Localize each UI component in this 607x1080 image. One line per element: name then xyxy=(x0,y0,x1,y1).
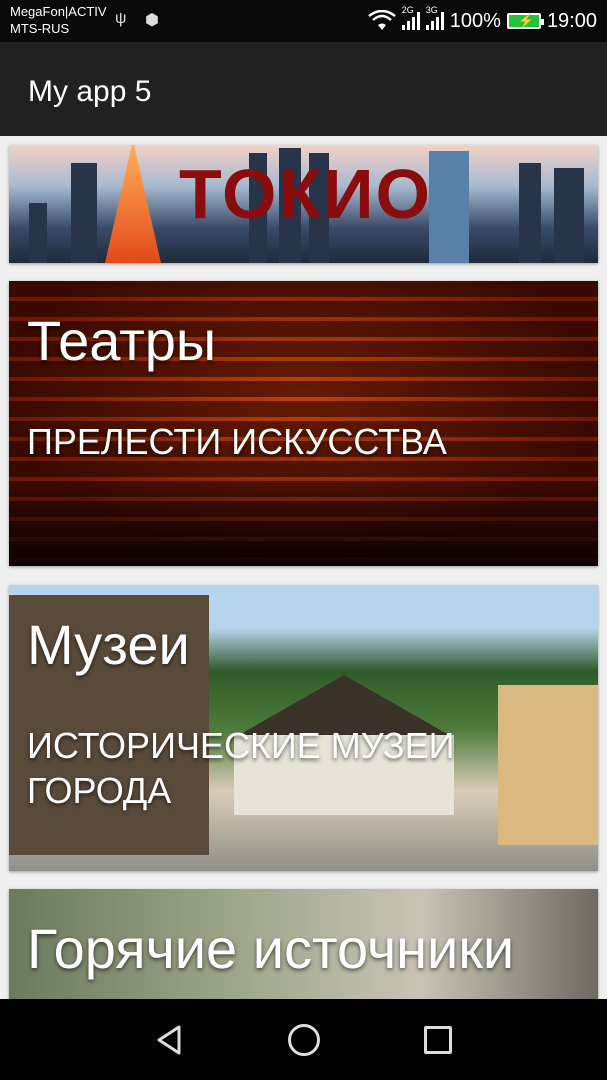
navigation-bar xyxy=(0,999,607,1080)
back-button[interactable] xyxy=(153,1023,187,1057)
carrier-secondary: MTS-RUS xyxy=(10,21,70,36)
carrier-primary: MegaFon|ACTIV xyxy=(10,4,107,19)
recents-button[interactable] xyxy=(421,1023,455,1057)
card-theatres[interactable]: Театры ПРЕЛЕСТИ ИСКУССТВА xyxy=(9,281,598,566)
recents-square-icon xyxy=(424,1026,452,1054)
signal-2g-icon: 2G xyxy=(401,5,420,30)
card-museums[interactable]: Музеи ИСТОРИЧЕСКИЕ МУЗЕИ ГОРОДА xyxy=(9,585,598,871)
android-debug-icon: ⬢ xyxy=(145,12,159,29)
wifi-icon xyxy=(368,10,396,30)
signal-3g-icon: 3G xyxy=(425,5,444,30)
clock: 19:00 xyxy=(546,9,597,32)
card-title: Горячие источники xyxy=(27,917,515,980)
card-subtitle: ПРЕЛЕСТИ ИСКУССТВА xyxy=(27,421,447,462)
home-circle-icon xyxy=(288,1024,320,1056)
battery-percent: 100% xyxy=(449,9,501,32)
app-bar: My app 5 xyxy=(0,42,607,136)
card-hot-springs[interactable]: Горячие источники xyxy=(9,889,598,999)
app-title: My app 5 xyxy=(28,75,152,108)
home-button[interactable] xyxy=(287,1023,321,1057)
status-bar: MegaFon|ACTIV MTS-RUS ψ ⬢ 2G 3G 100% ⚡ 1… xyxy=(0,0,607,42)
card-title: Театры xyxy=(27,309,217,372)
banner-title: ТОКИО xyxy=(179,155,432,233)
usb-icon: ψ xyxy=(115,10,127,27)
card-subtitle: ИСТОРИЧЕСКИЕ МУЗЕИ ГОРОДА xyxy=(27,725,455,811)
card-title: Музеи xyxy=(27,613,190,676)
tokyo-tower-image xyxy=(105,145,161,263)
back-triangle-icon xyxy=(157,1025,181,1055)
status-icons: 2G 3G 100% ⚡ 19:00 xyxy=(368,5,597,34)
tokyo-banner[interactable]: ТОКИО xyxy=(9,145,598,263)
battery-charging-icon: ⚡ xyxy=(506,13,544,29)
content-list[interactable]: ТОКИО Театры ПРЕЛЕСТИ ИСКУССТВА Музеи ИС… xyxy=(0,136,607,999)
carrier-info: MegaFon|ACTIV MTS-RUS xyxy=(10,3,107,37)
